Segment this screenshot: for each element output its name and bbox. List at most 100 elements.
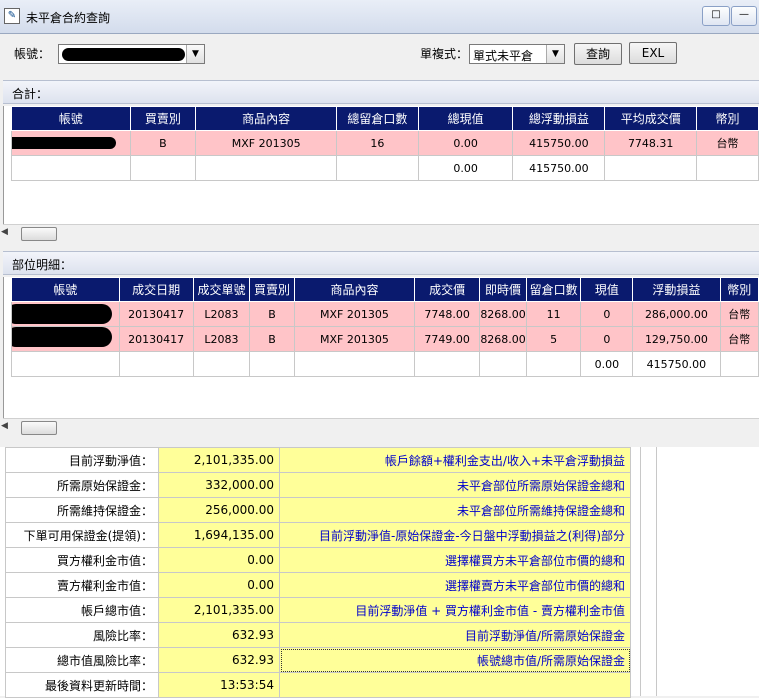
- summary-formula: 帳戶餘額+權利金支出/收入+未平倉浮動損益: [279, 447, 631, 473]
- table-cell: [293, 351, 416, 377]
- totals-hscrollbar[interactable]: ◀: [1, 224, 759, 242]
- table-cell: 台幣: [719, 326, 759, 352]
- summary-panel: 目前浮動淨值： 2,101,335.00 帳戶餘額+權利金支出/收入+未平倉浮動…: [0, 447, 759, 698]
- mode-select-value: 單式未平倉: [473, 49, 534, 63]
- col-header[interactable]: 帳號: [11, 277, 120, 302]
- table-cell: B: [249, 326, 295, 352]
- summary-label: 下單可用保證金(提領)：: [5, 522, 159, 548]
- summary-value: 0.00: [158, 572, 280, 598]
- col-header[interactable]: 幣別: [719, 277, 759, 302]
- chevron-down-icon[interactable]: ▼: [546, 45, 564, 63]
- table-row[interactable]: 0.00 415750.00: [11, 155, 759, 181]
- summary-formula: [279, 672, 631, 698]
- col-header[interactable]: 浮動損益: [632, 277, 721, 302]
- summary-row: 買方權利金市值： 0.00 選擇權買方未平倉部位市價的總和: [5, 547, 631, 573]
- col-header[interactable]: 商品內容: [195, 106, 338, 131]
- table-cell: L2083: [192, 301, 251, 327]
- col-header[interactable]: 成交單號: [192, 277, 251, 302]
- col-header[interactable]: 買賣別: [129, 106, 197, 131]
- summary-label: 所需維持保證金：: [5, 497, 159, 523]
- col-header[interactable]: 總現值: [417, 106, 514, 131]
- table-cell: L2083: [192, 326, 251, 352]
- account-select[interactable]: ▼: [58, 44, 205, 64]
- detail-header-row: 帳號 成交日期 成交單號 買賣別 商品內容 成交價 即時價 留倉口數 現值 浮動…: [11, 277, 759, 302]
- table-row[interactable]: 20130417 L2083 B MXF 201305 7748.00 8268…: [11, 301, 759, 327]
- detail-section-bar: 部位明細：: [3, 251, 759, 275]
- table-cell: [11, 155, 131, 181]
- redacted-account: [12, 304, 112, 324]
- summary-formula: 目前浮動淨值/所需原始保證金: [279, 622, 631, 648]
- chevron-down-icon[interactable]: ▼: [186, 45, 204, 63]
- minimize-icon: —: [739, 9, 749, 20]
- summary-formula[interactable]: 帳號總市值/所需原始保證金: [279, 647, 631, 673]
- app-icon: ✎: [4, 8, 20, 24]
- mode-select[interactable]: 單式未平倉 ▼: [469, 44, 565, 64]
- table-cell: B: [249, 301, 295, 327]
- table-cell: [479, 351, 527, 377]
- table-cell: 415750.00: [512, 130, 606, 156]
- scroll-thumb[interactable]: [21, 227, 57, 241]
- table-cell: B: [129, 130, 197, 156]
- totals-table: 帳號 買賣別 商品內容 總留倉口數 總現值 總浮動損益 平均成交價 幣別 B M…: [11, 106, 759, 181]
- summary-table: 目前浮動淨值： 2,101,335.00 帳戶餘額+權利金支出/收入+未平倉浮動…: [5, 447, 631, 698]
- table-cell: 0.00: [580, 351, 634, 377]
- window-title: 未平倉合約查詢: [26, 11, 111, 25]
- summary-value: 2,101,335.00: [158, 447, 280, 473]
- summary-row: 下單可用保證金(提領)： 1,694,135.00 目前浮動淨值-原始保證金-今…: [5, 522, 631, 548]
- divider: [640, 447, 641, 696]
- chevron-left-icon[interactable]: ◀: [1, 421, 8, 431]
- table-cell: 7749.00: [414, 326, 481, 352]
- table-cell: 7748.00: [414, 301, 481, 327]
- redacted-account: [12, 327, 112, 347]
- col-header[interactable]: 總浮動損益: [512, 106, 606, 131]
- chevron-left-icon[interactable]: ◀: [1, 227, 8, 237]
- col-header[interactable]: 現值: [580, 277, 634, 302]
- table-row[interactable]: B MXF 201305 16 0.00 415750.00 7748.31 台…: [11, 130, 759, 156]
- summary-value: 256,000.00: [158, 497, 280, 523]
- col-header[interactable]: 平均成交價: [604, 106, 698, 131]
- summary-label: 目前浮動淨值：: [5, 447, 159, 473]
- account-cell: [11, 130, 131, 156]
- redacted-account: [12, 137, 116, 149]
- detail-hscrollbar[interactable]: ◀: [1, 418, 759, 436]
- account-cell: [11, 326, 120, 352]
- table-cell: [192, 351, 251, 377]
- summary-label: 帳戶總市值：: [5, 597, 159, 623]
- col-header[interactable]: 幣別: [696, 106, 759, 131]
- col-header[interactable]: 成交價: [414, 277, 481, 302]
- table-cell: [118, 351, 194, 377]
- summary-row: 所需原始保證金： 332,000.00 未平倉部位所需原始保證金總和: [5, 472, 631, 498]
- summary-row: 目前浮動淨值： 2,101,335.00 帳戶餘額+權利金支出/收入+未平倉浮動…: [5, 447, 631, 473]
- table-cell: 0: [580, 301, 634, 327]
- col-header[interactable]: 帳號: [11, 106, 131, 131]
- table-row[interactable]: 0.00 415750.00: [11, 351, 759, 377]
- col-header[interactable]: 即時價: [479, 277, 527, 302]
- mode-label: 單複式：: [420, 47, 469, 61]
- detail-table: 帳號 成交日期 成交單號 買賣別 商品內容 成交價 即時價 留倉口數 現值 浮動…: [11, 277, 759, 377]
- col-header[interactable]: 買賣別: [249, 277, 295, 302]
- table-cell: 20130417: [118, 326, 194, 352]
- col-header[interactable]: 留倉口數: [525, 277, 582, 302]
- col-header[interactable]: 商品內容: [293, 277, 416, 302]
- table-cell: 16: [336, 130, 419, 156]
- table-cell: 286,000.00: [632, 301, 721, 327]
- query-button[interactable]: 查詢: [574, 43, 622, 65]
- table-cell: 0.00: [417, 130, 514, 156]
- summary-formula: 目前浮動淨值-原始保證金-今日盤中浮動損益之(利得)部分: [279, 522, 631, 548]
- col-header[interactable]: 總留倉口數: [336, 106, 419, 131]
- table-cell: 20130417: [118, 301, 194, 327]
- detail-section-label: 部位明細：: [12, 258, 73, 272]
- table-row[interactable]: 20130417 L2083 B MXF 201305 7749.00 8268…: [11, 326, 759, 352]
- scroll-thumb[interactable]: [21, 421, 57, 435]
- summary-label: 總市值風險比率：: [5, 647, 159, 673]
- summary-formula: 目前浮動淨值 + 買方權利金市值 - 賣方權利金市值: [279, 597, 631, 623]
- col-header[interactable]: 成交日期: [118, 277, 194, 302]
- restore-button[interactable]: □: [702, 6, 730, 26]
- table-cell: 台幣: [719, 301, 759, 327]
- totals-section-label: 合計：: [12, 87, 49, 101]
- minimize-button[interactable]: —: [731, 6, 757, 26]
- table-cell: [525, 351, 582, 377]
- export-excel-button[interactable]: EXL: [629, 42, 677, 64]
- table-cell: 415750.00: [632, 351, 721, 377]
- summary-row: 最後資料更新時間： 13:53:54: [5, 672, 631, 698]
